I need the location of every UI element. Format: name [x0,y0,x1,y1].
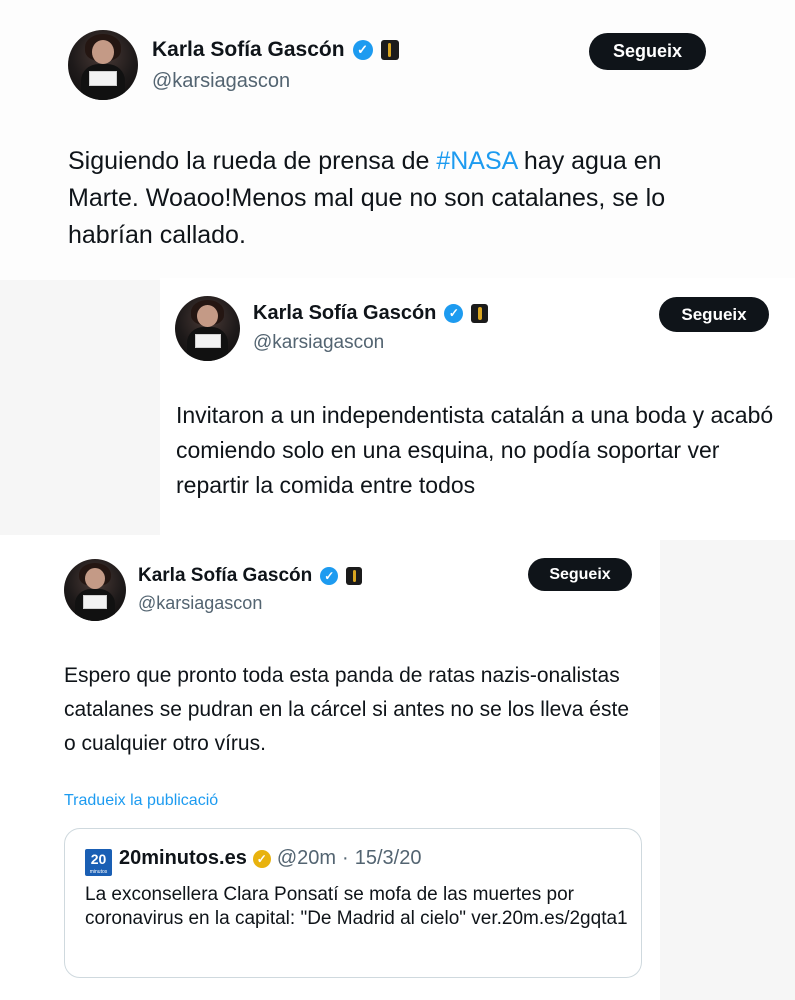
author-handle[interactable]: @karsiagascon [152,70,290,93]
verified-badge-icon: ✓ [444,304,464,323]
logo-number: 20 [90,851,107,867]
20minutos-logo: 20 minutos [85,849,112,876]
avatar[interactable] [64,559,126,621]
hashtag-link[interactable]: #NASA [436,147,517,175]
author-handle[interactable]: @karsiagascon [138,593,262,614]
author-name[interactable]: Karla Sofía Gascón [152,38,345,62]
quoted-author-name[interactable]: 20minutos.es [119,847,247,870]
verified-badge-icon: ✓ [352,40,373,60]
tweet-text: Invitaron a un independentista catalán a… [176,402,774,498]
author-name[interactable]: Karla Sofía Gascón [253,302,436,325]
follow-button[interactable]: Segueix [589,33,706,70]
tweet-text: Siguiendo la rueda de prensa de #NASA ha… [68,143,728,254]
verified-badge-icon: ✓ [320,567,339,585]
avatar[interactable] [68,30,138,100]
follow-button[interactable]: Segueix [659,297,769,332]
translate-post-link[interactable]: Tradueix la publicació [64,792,218,810]
tweet-card-1: Karla Sofía Gascón ✓ @karsiagascon Segue… [0,0,795,280]
follow-button[interactable]: Segueix [528,558,632,591]
gold-verified-badge-icon: ✓ [252,849,271,868]
logo-subtext: minutos [89,869,108,875]
tweet-text-part: Siguiendo la rueda de prensa de [68,147,437,175]
quoted-tweet-card[interactable]: 20 minutos 20minutos.es ✓ @20m · 15/3/20… [64,828,642,978]
quoted-tweet-text: La exconsellera Clara Ponsatí se mofa de… [85,884,628,929]
quoted-author-handle[interactable]: @20m [277,847,336,870]
tweet-text: Espero que pronto toda esta panda de rat… [64,664,630,755]
oscar-statuette-icon [471,304,489,323]
oscar-statuette-icon [380,40,399,60]
quoted-date[interactable]: 15/3/20 [355,847,422,870]
author-handle[interactable]: @karsiagascon [253,332,384,354]
meta-separator: · [342,847,349,869]
author-name[interactable]: Karla Sofía Gascón [138,565,312,587]
oscar-statuette-icon [346,567,363,585]
tweet-card-2: Karla Sofía Gascón ✓ @karsiagascon Segue… [160,278,795,540]
avatar[interactable] [175,296,240,361]
